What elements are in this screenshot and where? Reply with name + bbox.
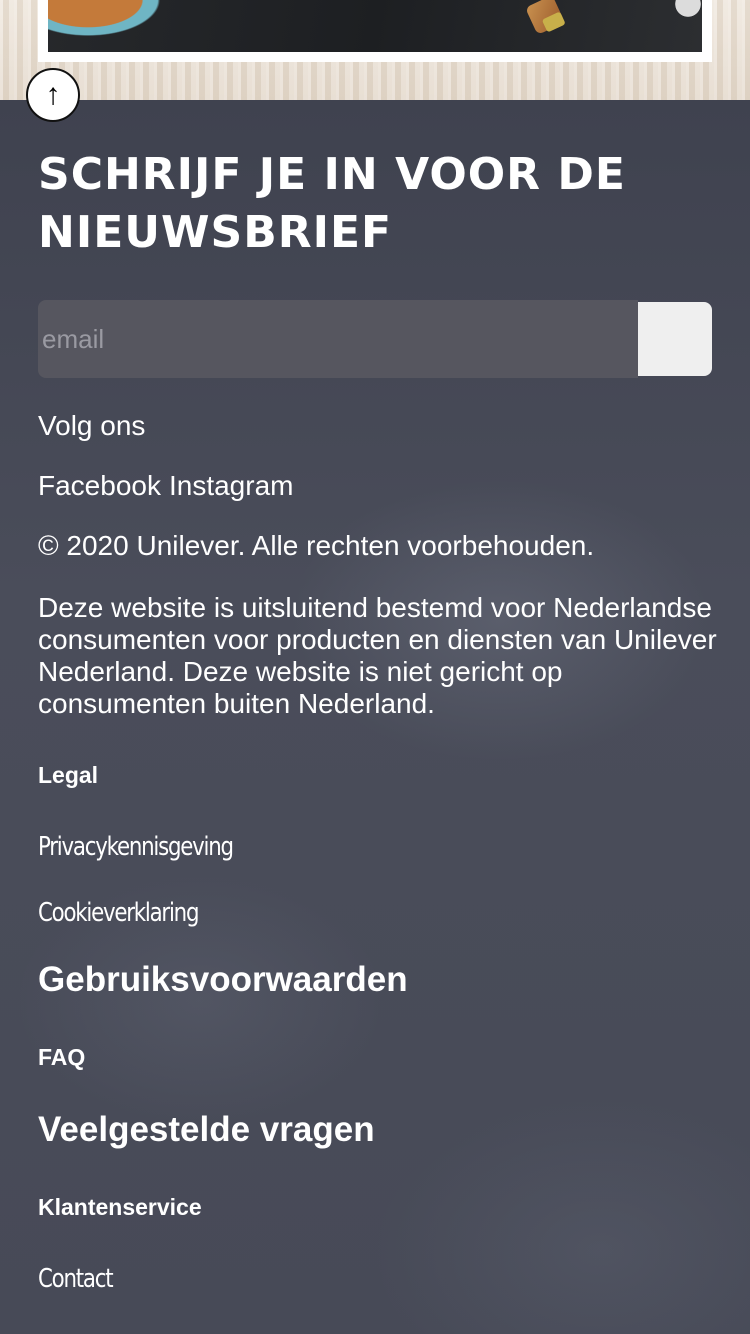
follow-us-label: Volg ons [38, 410, 146, 441]
recipe-photo [48, 0, 702, 52]
newsletter-heading: SCHRIJF JE IN VOOR DE NIEUWSBRIEF [38, 149, 626, 258]
terms-link[interactable]: Gebruiksvoorwaarden [38, 960, 408, 1000]
privacy-link[interactable]: Privacykennisgeving [38, 832, 234, 862]
scroll-to-top-button[interactable]: ↑ [26, 68, 80, 122]
social-links: Facebook Instagram [38, 470, 293, 502]
cookie-link[interactable]: Cookieverklaring [38, 898, 199, 928]
contact-link[interactable]: Contact [38, 1264, 114, 1294]
newsletter-form [38, 300, 712, 378]
legal-section-title: Legal [38, 762, 99, 788]
subscribe-button[interactable] [638, 302, 712, 376]
copyright-text: © 2020 Unilever. Alle rechten voorbehoud… [38, 530, 595, 561]
disclaimer-text: Deze website is uitsluitend bestemd voor… [38, 592, 717, 719]
facebook-link[interactable]: Facebook [38, 470, 161, 502]
bottle-cork-image [525, 0, 565, 35]
faq-link[interactable]: Veelgestelde vragen [38, 1110, 375, 1150]
customer-service-title: Klantenservice [38, 1194, 202, 1220]
arrow-up-icon: ↑ [45, 78, 61, 111]
wood-background [0, 0, 750, 100]
recipe-photo-frame [38, 0, 712, 62]
email-input[interactable] [38, 300, 638, 378]
faq-section-title: FAQ [38, 1044, 86, 1070]
instagram-link[interactable]: Instagram [169, 470, 294, 502]
